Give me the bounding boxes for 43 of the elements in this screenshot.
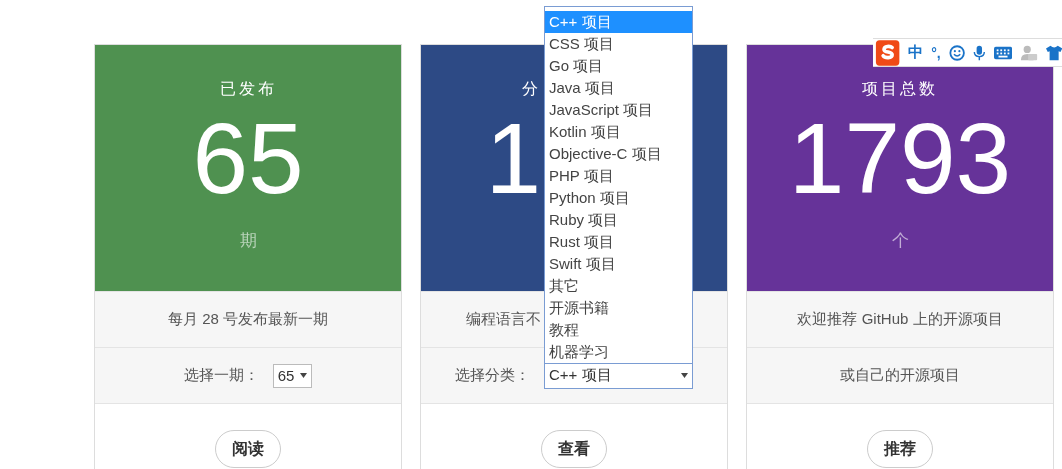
select-label: 选择分类：: [455, 366, 530, 385]
smiley-icon[interactable]: [948, 43, 965, 62]
dropdown-option[interactable]: Swift 项目: [545, 252, 692, 275]
dropdown-option[interactable]: Ruby 项目: [545, 208, 692, 231]
select-label: 选择一期：: [183, 366, 259, 385]
stat-number: 1793: [788, 103, 1012, 213]
dropdown-option[interactable]: CSS 项目: [545, 32, 692, 55]
dropdown-option[interactable]: 其它: [545, 274, 692, 297]
dropdown-option[interactable]: JavaScript 项目: [545, 98, 692, 121]
card-title: 已发布: [219, 79, 277, 99]
language-mode[interactable]: 中: [908, 43, 924, 62]
description-text: 或自己的开源项目: [840, 366, 960, 385]
description-text: 每月 28 号发布最新一期: [168, 310, 328, 329]
dropdown-option[interactable]: Java 项目: [545, 76, 692, 99]
dropdown-option[interactable]: Rust 项目: [545, 230, 692, 253]
caret-icon: [300, 373, 308, 378]
action-button[interactable]: 推荐: [867, 430, 933, 468]
shirt-icon[interactable]: [1045, 44, 1062, 61]
dropdown-option[interactable]: 开源书籍: [545, 296, 692, 319]
dropdown-option[interactable]: PHP 项目: [545, 164, 692, 187]
description-text: 编程语言不: [466, 310, 541, 329]
punctuation-mode[interactable]: °,: [931, 44, 941, 61]
dropdown-option[interactable]: Python 项目: [545, 186, 692, 209]
keyboard-icon[interactable]: [993, 45, 1012, 60]
dropdown-option[interactable]: Kotlin 项目: [545, 120, 692, 143]
dropdown-select[interactable]: C++ 项目: [544, 362, 693, 389]
action-button[interactable]: 阅读: [215, 430, 281, 468]
stat-number: 1: [485, 103, 541, 213]
dropdown-select[interactable]: 65: [272, 363, 313, 388]
unit-label: 个: [891, 230, 909, 252]
logo-icon[interactable]: [875, 37, 901, 68]
dropdown-option[interactable]: 机器学习: [545, 340, 692, 363]
stat-number: 65: [192, 103, 304, 213]
card-title: 分: [522, 79, 541, 99]
caret-icon: [681, 373, 688, 378]
unit-label: 期: [239, 230, 257, 252]
dropdown-option[interactable]: Go 项目: [545, 54, 692, 77]
dropdown-option[interactable]: Objective-C 项目: [545, 142, 692, 165]
dropdown-option[interactable]: 教程: [545, 318, 692, 341]
action-button[interactable]: 查看: [541, 430, 607, 468]
microphone-icon[interactable]: [973, 43, 986, 62]
description-text: 欢迎推荐 GitHub 上的开源项目: [797, 310, 1003, 329]
card-title: 项目总数: [862, 79, 938, 99]
